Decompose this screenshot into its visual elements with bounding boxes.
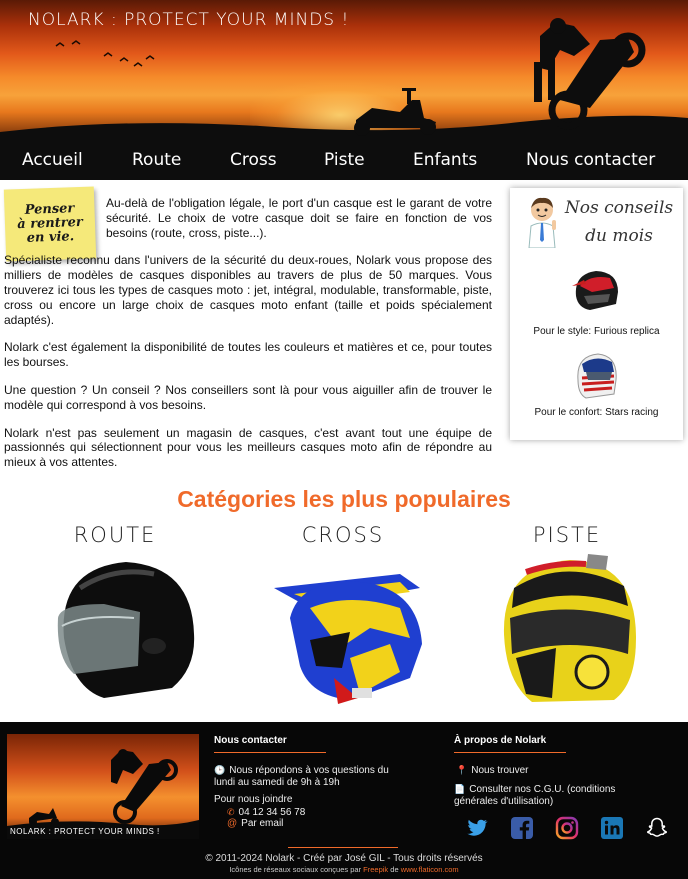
nav-item-contact[interactable]: Nous contacter	[526, 150, 655, 170]
credits-mid: de	[390, 865, 399, 874]
instagram-icon[interactable]	[555, 816, 579, 840]
category-label-piste[interactable]: Piste	[467, 523, 667, 547]
footer-logo-text: Nolark : Protect your minds !	[10, 827, 160, 836]
nav-item-enfants[interactable]: Enfants	[413, 150, 477, 170]
credits-prefix: Icônes de réseaux sociaux conçues par	[229, 865, 362, 874]
footer-logo-silhouettes	[7, 749, 199, 839]
footer-about-heading: À propos de Nolark	[454, 735, 547, 746]
nav-item-piste[interactable]: Piste	[324, 150, 365, 170]
footer-cgu[interactable]: 📄 Consulter nos C.G.U. (conditions généra…	[454, 783, 634, 808]
document-icon: 📄	[454, 784, 466, 794]
cross-helmet-icon[interactable]	[250, 548, 440, 713]
advice-title: Nos conseils du mois	[564, 198, 674, 246]
footer-find-us-text: Nous trouver	[471, 765, 529, 776]
footer-email[interactable]: @ Par email	[227, 818, 283, 830]
footer-logo[interactable]: Nolark : Protect your minds !	[7, 734, 199, 839]
linkedin-icon[interactable]	[600, 816, 624, 840]
phone-icon: ✆	[227, 807, 235, 817]
advice-card: Nos conseils du mois Pour le style: Furi…	[510, 188, 683, 440]
location-pin-icon: 📍	[456, 765, 468, 775]
footer-hours-text: Nous répondons à vos questions du lundi …	[214, 765, 389, 788]
footer-phone-text: 04 12 34 56 78	[238, 807, 306, 818]
site-footer: Nolark : Protect your minds ! Nous conta…	[0, 722, 688, 879]
credits-author-link[interactable]: Freepik	[363, 865, 388, 874]
furious-replica-helmet-icon[interactable]	[570, 266, 622, 316]
twitter-icon[interactable]	[465, 816, 489, 840]
intro-text: Au-delà de l'obligation légale, le port …	[4, 196, 492, 483]
footer-hours: 🕒 Nous répondons à vos questions du lundi…	[214, 764, 394, 789]
site-title: Nolark : Protect your minds !	[28, 10, 350, 30]
credits-site-link[interactable]: www.flaticon.com	[401, 865, 459, 874]
at-icon: @	[227, 818, 238, 829]
advisor-mascot-icon	[528, 197, 556, 248]
intro-paragraph-4: Une question ? Un conseil ? Nos conseill…	[4, 382, 492, 412]
nav-item-route[interactable]: Route	[132, 150, 181, 170]
advice-item-style[interactable]: Pour le style: Furious replica	[510, 326, 683, 337]
intro-paragraph-5: Nolark n'est pas seulement un magasin de…	[4, 425, 492, 470]
facebook-icon[interactable]	[510, 816, 534, 840]
nav-item-accueil[interactable]: Accueil	[22, 150, 83, 170]
footer-bottom-divider	[288, 847, 398, 848]
intro-paragraph-2: Spécialiste reconnu dans l'univers de la…	[4, 253, 492, 327]
category-label-route[interactable]: Route	[15, 523, 215, 547]
nav-item-cross[interactable]: Cross	[230, 150, 277, 170]
footer-credits: Icônes de réseaux sociaux conçues par Fr…	[0, 865, 688, 874]
footer-find-us[interactable]: 📍 Nous trouver	[456, 764, 528, 777]
clock-icon: 🕒	[214, 765, 226, 775]
footer-contact-divider	[214, 752, 326, 753]
categories-title: Catégories les plus populaires	[177, 486, 511, 512]
category-label-cross[interactable]: Cross	[243, 523, 443, 547]
route-helmet-icon[interactable]	[44, 548, 204, 708]
main-nav: Accueil Route Cross Piste Enfants Nous c…	[0, 140, 688, 180]
intro-paragraph-3: Nolark c'est également la disponibilité …	[4, 340, 492, 370]
intro-paragraph-1: Au-delà de l'obligation légale, le port …	[106, 196, 492, 240]
header-banner: Nolark : Protect your minds !	[0, 0, 688, 140]
footer-cgu-text: Consulter nos C.G.U. (conditions général…	[454, 784, 616, 807]
snapchat-icon[interactable]	[645, 816, 669, 840]
footer-contact-heading: Nous contacter	[214, 735, 287, 746]
footer-copyright: © 2011-2024 Nolark - Créé par José GIL -…	[205, 853, 483, 864]
piste-helmet-icon[interactable]	[496, 548, 644, 713]
footer-email-text: Par email	[241, 818, 284, 829]
footer-about-divider	[454, 752, 566, 753]
footer-join-label: Pour nous joindre	[214, 794, 293, 805]
advice-item-confort[interactable]: Pour le confort: Stars racing	[510, 407, 683, 418]
stars-racing-helmet-icon[interactable]	[570, 350, 622, 402]
